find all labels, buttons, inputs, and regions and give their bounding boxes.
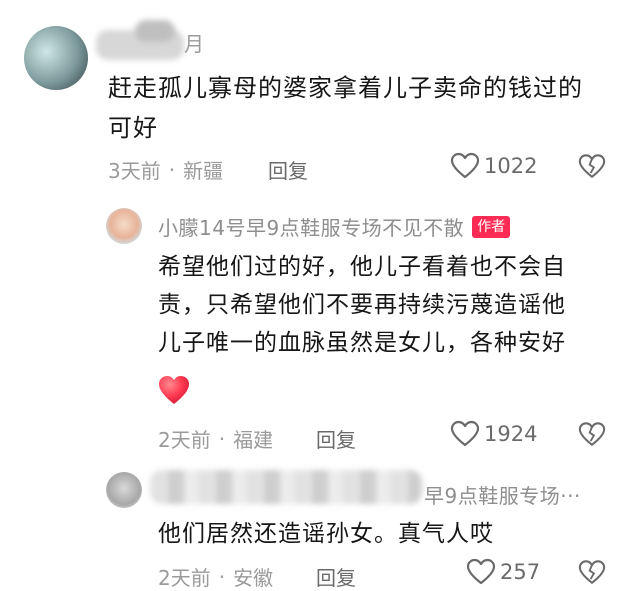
dislike-heart-icon[interactable] xyxy=(578,153,606,180)
like-button[interactable]: 1022 xyxy=(450,152,537,180)
location: 安徽 xyxy=(233,566,274,590)
like-button[interactable]: 1924 xyxy=(450,420,537,448)
like-count: 1022 xyxy=(484,154,538,178)
like-count: 257 xyxy=(500,560,541,584)
author-avatar[interactable] xyxy=(106,208,142,244)
avatar[interactable] xyxy=(24,26,88,90)
heart-outline-icon xyxy=(450,420,480,448)
separator: · xyxy=(218,564,226,589)
author-reply-meta: 2天前 · 福建 xyxy=(158,424,273,453)
dislike-heart-icon[interactable] xyxy=(578,559,606,586)
author-name-row: 小朦14号早9点鞋服专场不见不散 作者 xyxy=(158,212,511,241)
author-reply-text: 希望他们过的好，他儿子看着也不会自 责，只希望他们不要再持续污蔑造谣他 儿子唯一… xyxy=(158,254,566,356)
reply-button[interactable]: 回复 xyxy=(316,424,356,453)
username-fragment: 早9点鞋服专场··· xyxy=(424,484,581,508)
reply-button[interactable]: 回复 xyxy=(316,562,356,591)
separator: · xyxy=(218,426,226,451)
second-reply-text: 他们居然还造谣孙女。真气人哎 xyxy=(158,521,494,547)
location: 新疆 xyxy=(183,159,224,183)
timestamp: 2天前 xyxy=(158,566,211,590)
heart-emoji-icon xyxy=(157,374,191,406)
like-button[interactable]: 257 xyxy=(466,558,540,586)
second-reply-meta: 2天前 · 安徽 xyxy=(158,562,273,591)
comment-text: 赶走孤儿寡母的婆家拿着儿子卖命的钱过的 可好 xyxy=(108,74,583,142)
timestamp: 3天前 xyxy=(108,159,161,183)
dislike-heart-icon[interactable] xyxy=(578,421,606,448)
author-badge: 作者 xyxy=(472,215,511,238)
like-count: 1924 xyxy=(484,422,538,446)
blurred-username-part xyxy=(135,20,175,42)
username-fragment: 月 xyxy=(184,32,204,56)
author-name[interactable]: 小朦14号早9点鞋服专场不见不散 xyxy=(158,212,464,241)
location: 福建 xyxy=(233,428,274,452)
comment-meta: 3天前 · 新疆 xyxy=(108,155,223,184)
heart-outline-icon xyxy=(466,558,496,586)
avatar[interactable] xyxy=(106,472,142,508)
separator: · xyxy=(168,157,176,182)
reply-button[interactable]: 回复 xyxy=(268,155,308,184)
timestamp: 2天前 xyxy=(158,428,211,452)
blurred-username[interactable] xyxy=(150,470,422,504)
heart-outline-icon xyxy=(450,152,480,180)
